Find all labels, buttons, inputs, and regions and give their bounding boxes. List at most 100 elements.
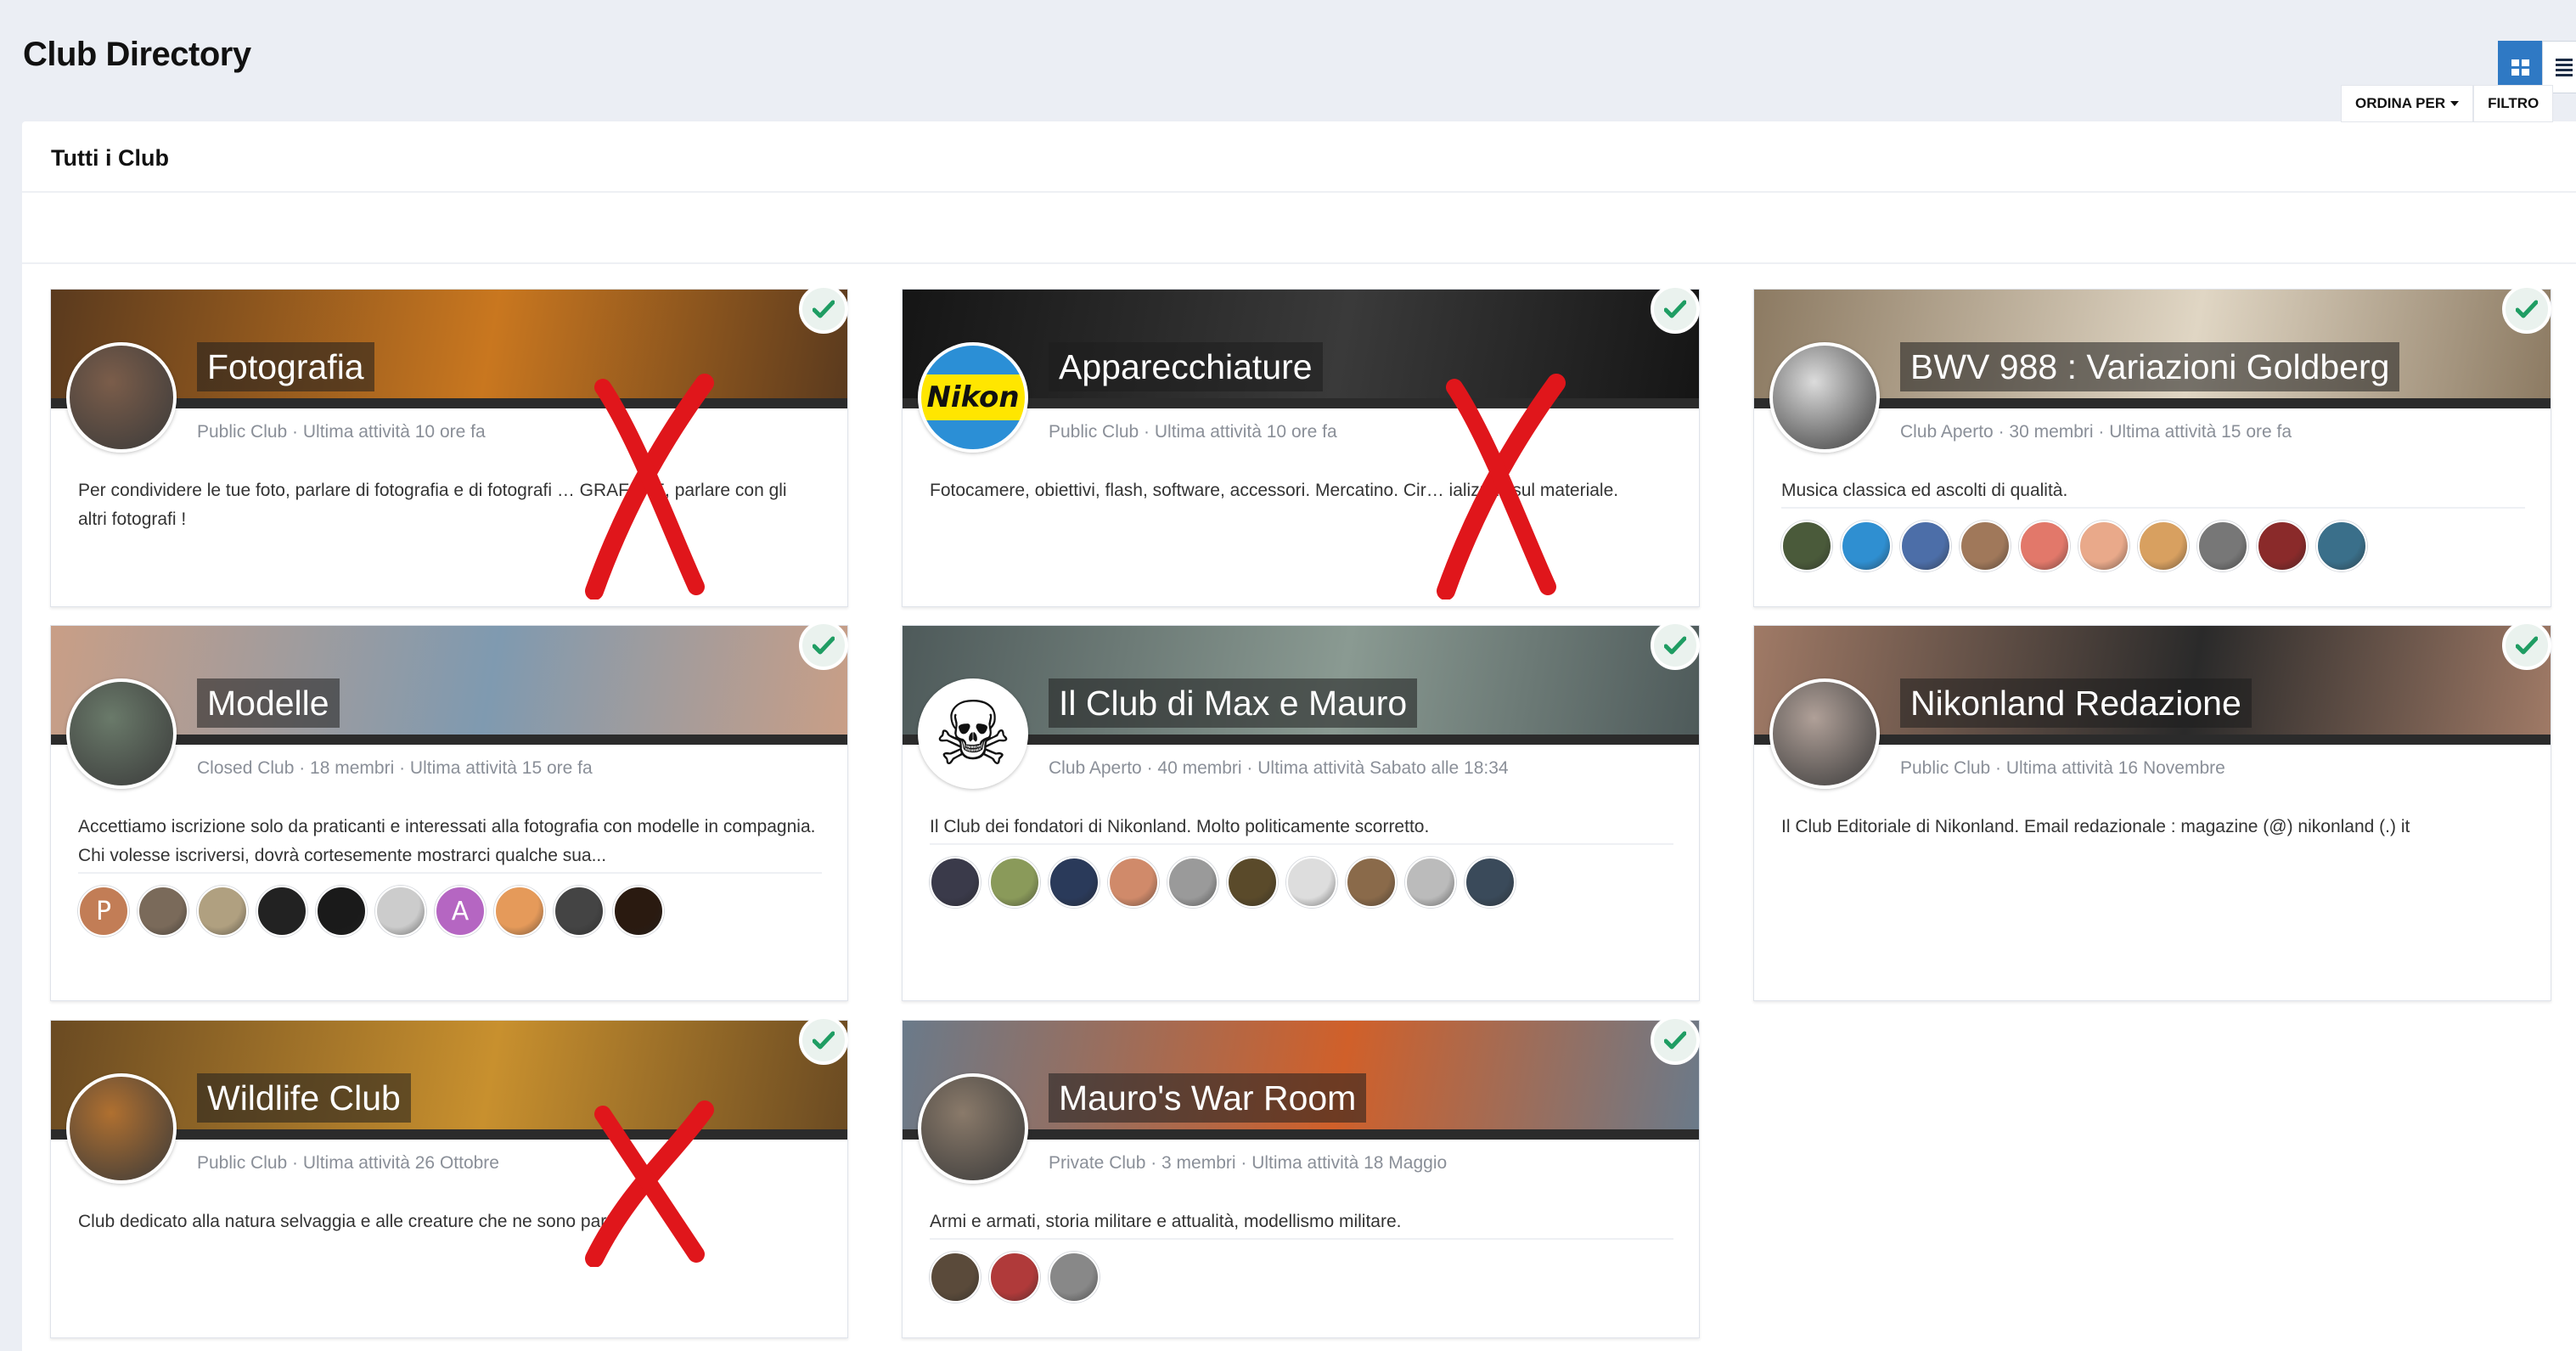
club-avatar[interactable]: Nikon <box>918 342 1028 453</box>
club-description: Fotocamere, obiettivi, flash, software, … <box>930 481 1619 500</box>
member-avatar[interactable] <box>1286 857 1337 908</box>
toolbar-buttons: ORDINA PER FILTRO <box>2341 85 2554 122</box>
joined-check-icon <box>799 284 848 334</box>
club-name[interactable]: Wildlife Club <box>197 1073 411 1123</box>
member-avatar[interactable] <box>2316 521 2367 571</box>
member-avatar[interactable] <box>494 886 545 937</box>
joined-check-icon <box>1651 284 1700 334</box>
club-avatar[interactable] <box>66 342 177 453</box>
joined-check-icon <box>799 621 848 670</box>
member-avatar[interactable] <box>2257 521 2308 571</box>
member-avatar[interactable]: P <box>78 886 129 937</box>
member-avatar[interactable] <box>613 886 664 937</box>
member-avatar[interactable] <box>2019 521 2070 571</box>
club-card[interactable]: Modelle Closed Club · 18 membri · Ultima … <box>50 621 848 1001</box>
member-avatar[interactable] <box>1781 521 1832 571</box>
filter-button[interactable]: FILTRO <box>2473 85 2554 122</box>
club-meta: Public Club · Ultima attività 10 ore fa <box>197 422 486 442</box>
club-meta: Closed Club · 18 membri · Ultima attivit… <box>197 758 593 778</box>
club-name[interactable]: Mauro's War Room <box>1049 1073 1367 1123</box>
club-description: Musica classica ed ascolti di qualità. <box>1781 481 2068 500</box>
club-name[interactable]: BWV 988 : Variazioni Goldberg <box>1900 342 2400 391</box>
member-avatar[interactable] <box>1346 857 1397 908</box>
club-description: Il Club dei fondatori di Nikonland. Molt… <box>930 817 1430 836</box>
club-avatar[interactable] <box>66 678 177 789</box>
club-avatar[interactable] <box>918 1073 1028 1184</box>
members-separator <box>1781 507 2525 509</box>
member-list <box>930 1252 1100 1303</box>
sort-button[interactable]: ORDINA PER <box>2341 85 2474 122</box>
club-card[interactable]: Mauro's War Room Private Club · 3 membri … <box>902 1016 1700 1338</box>
club-card[interactable]: Nikon Apparecchiature Public Club · Ultima… <box>902 284 1700 607</box>
club-name[interactable]: Nikonland Redazione <box>1900 678 2252 728</box>
club-card[interactable]: Nikonland Redazione Public Club · Ultima … <box>1753 621 2551 1001</box>
club-avatar[interactable] <box>1769 678 1880 789</box>
member-avatar[interactable] <box>2078 521 2129 571</box>
member-avatar[interactable] <box>2138 521 2189 571</box>
members-separator <box>78 872 822 874</box>
member-avatar[interactable] <box>1900 521 1951 571</box>
club-avatar[interactable] <box>1769 342 1880 453</box>
member-avatar[interactable] <box>197 886 248 937</box>
member-avatar[interactable] <box>930 1252 981 1303</box>
member-avatar[interactable] <box>1049 1252 1100 1303</box>
club-card[interactable]: ☠ Il Club di Max e Mauro Club Aperto · 40 … <box>902 621 1700 1001</box>
club-card[interactable]: BWV 988 : Variazioni Goldberg Club Aperto… <box>1753 284 2551 607</box>
member-list: PA <box>78 886 664 937</box>
panel-header: Tutti i Club <box>22 121 2576 193</box>
club-meta: Private Club · 3 membri · Ultima attivit… <box>1049 1153 1448 1173</box>
club-name[interactable]: Apparecchiature <box>1049 342 1323 391</box>
member-avatar[interactable] <box>1465 857 1516 908</box>
club-meta: Club Aperto · 40 membri · Ultima attivit… <box>1049 758 1509 778</box>
panel-title: Tutti i Club <box>51 145 169 171</box>
club-meta: Club Aperto · 30 membri · Ultima attivit… <box>1900 422 2292 442</box>
member-avatar[interactable] <box>1841 521 1892 571</box>
club-meta: Public Club · Ultima attività 26 Ottobre <box>197 1153 499 1173</box>
joined-check-icon <box>1651 1016 1700 1065</box>
joined-check-icon <box>2502 284 2551 334</box>
member-avatar[interactable] <box>316 886 367 937</box>
filter-label: FILTRO <box>2488 95 2539 111</box>
toolbar <box>22 193 2576 264</box>
club-description: Accettiamo iscrizione solo da praticanti… <box>78 817 816 865</box>
club-card[interactable]: Fotografia Public Club · Ultima attività … <box>50 284 848 607</box>
member-avatar[interactable] <box>554 886 605 937</box>
member-list <box>1781 521 2367 571</box>
joined-check-icon <box>2502 621 2551 670</box>
member-avatar[interactable] <box>2197 521 2248 571</box>
club-avatar[interactable]: ☠ <box>918 678 1028 789</box>
club-description: Per condividere le tue foto, parlare di … <box>78 481 787 529</box>
caret-down-icon <box>2450 101 2460 106</box>
member-avatar[interactable] <box>1108 857 1159 908</box>
club-description: Club dedicato alla natura selvaggia e al… <box>78 1212 622 1231</box>
member-list <box>930 857 1516 908</box>
member-avatar[interactable]: A <box>435 886 486 937</box>
club-avatar[interactable] <box>66 1073 177 1184</box>
club-description: Il Club Editoriale di Nikonland. Email r… <box>1781 817 2410 836</box>
page-title: Club Directory <box>23 36 251 73</box>
club-description: Armi e armati, storia militare e attuali… <box>930 1212 1402 1231</box>
club-meta: Public Club · Ultima attività 16 Novembr… <box>1900 758 2225 778</box>
member-avatar[interactable] <box>375 886 426 937</box>
grid-icon <box>2511 59 2529 76</box>
club-name[interactable]: Modelle <box>197 678 340 728</box>
member-avatar[interactable] <box>989 1252 1040 1303</box>
member-avatar[interactable] <box>138 886 188 937</box>
member-avatar[interactable] <box>989 857 1040 908</box>
member-avatar[interactable] <box>1405 857 1456 908</box>
member-avatar[interactable] <box>1227 857 1278 908</box>
club-meta: Public Club · Ultima attività 10 ore fa <box>1049 422 1337 442</box>
members-separator <box>930 1238 1673 1240</box>
club-name[interactable]: Il Club di Max e Mauro <box>1049 678 1418 728</box>
list-icon <box>2556 58 2573 76</box>
member-avatar[interactable] <box>1167 857 1218 908</box>
club-name[interactable]: Fotografia <box>197 342 374 391</box>
member-avatar[interactable] <box>1049 857 1100 908</box>
member-avatar[interactable] <box>930 857 981 908</box>
joined-check-icon <box>1651 621 1700 670</box>
skull-icon: ☠ <box>933 682 1013 785</box>
club-card[interactable]: Wildlife Club Public Club · Ultima attivi… <box>50 1016 848 1338</box>
member-avatar[interactable] <box>256 886 307 937</box>
member-avatar[interactable] <box>1960 521 2011 571</box>
members-separator <box>930 843 1673 845</box>
